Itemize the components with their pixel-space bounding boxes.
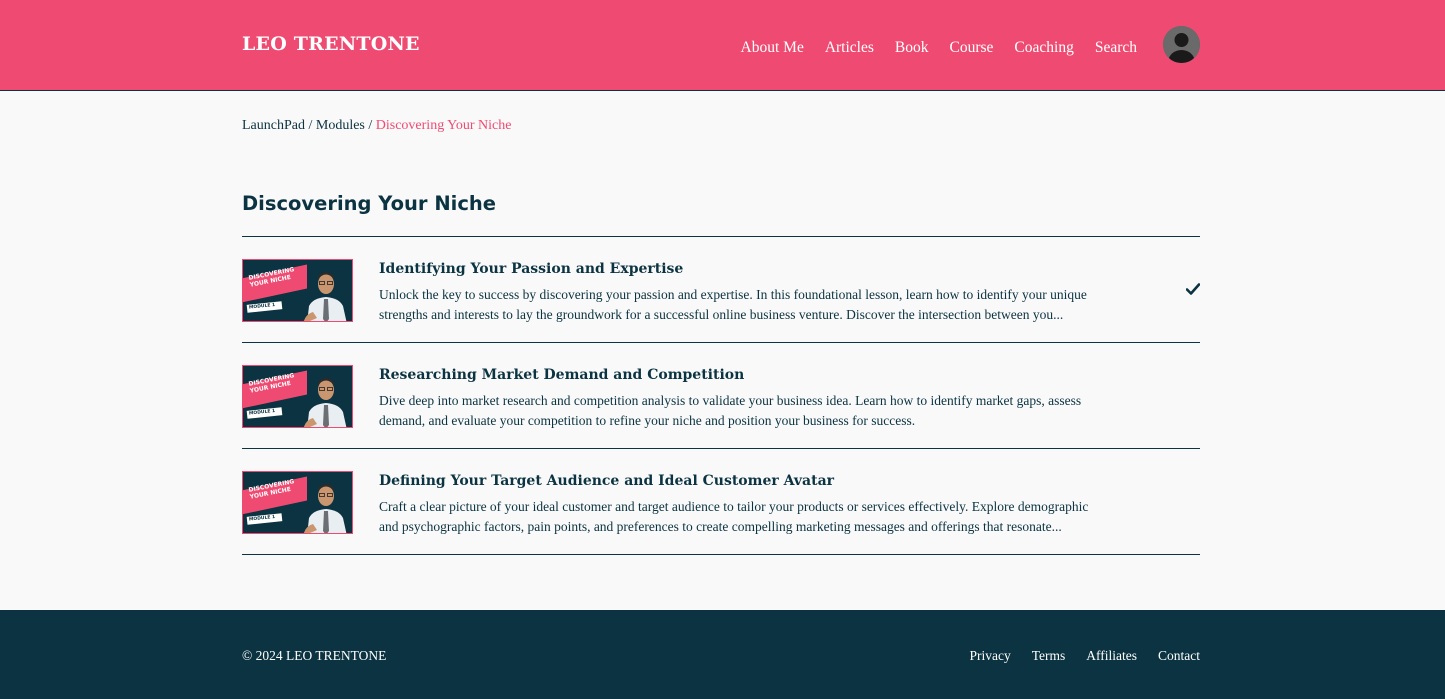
breadcrumb-separator: /: [368, 118, 373, 133]
site-logo[interactable]: LEO TRENTONE: [242, 33, 420, 55]
site-header: LEO TRENTONE About Me Articles Book Cour…: [0, 0, 1445, 91]
nav-coaching[interactable]: Coaching: [1014, 39, 1073, 57]
lesson-thumbnail: DISCOVERING YOUR NICHE MODULE 1: [242, 259, 353, 322]
lesson-title[interactable]: Researching Market Demand and Competitio…: [379, 367, 1109, 383]
lesson-content: Defining Your Target Audience and Ideal …: [379, 473, 1109, 537]
breadcrumb-launchpad[interactable]: LaunchPad: [242, 118, 305, 133]
nav-about-me[interactable]: About Me: [741, 39, 804, 57]
presenter-photo: [303, 272, 347, 321]
breadcrumb-separator: /: [308, 118, 313, 133]
lesson-description: Craft a clear picture of your ideal cust…: [379, 499, 1089, 534]
nav-articles[interactable]: Articles: [825, 39, 874, 57]
lesson-description: Dive deep into market research and compe…: [379, 393, 1082, 428]
lesson-title[interactable]: Defining Your Target Audience and Ideal …: [379, 473, 1109, 489]
lesson-content: Identifying Your Passion and Expertise U…: [379, 261, 1109, 325]
lesson-item[interactable]: DISCOVERING YOUR NICHE MODULE 1 Researchi…: [242, 343, 1200, 449]
footer-link-affiliates[interactable]: Affiliates: [1086, 648, 1137, 664]
lesson-description: Unlock the key to success by discovering…: [379, 287, 1087, 322]
footer-nav: Privacy Terms Affiliates Contact: [948, 648, 1200, 664]
breadcrumb-modules[interactable]: Modules: [316, 118, 365, 133]
checkmark-icon: [1186, 283, 1200, 295]
user-avatar-icon[interactable]: [1163, 26, 1200, 63]
footer-link-privacy[interactable]: Privacy: [969, 648, 1010, 664]
nav-search[interactable]: Search: [1095, 39, 1137, 57]
nav-course[interactable]: Course: [950, 39, 994, 57]
breadcrumb-current: Discovering Your Niche: [375, 118, 512, 133]
nav-book[interactable]: Book: [895, 39, 929, 57]
breadcrumb: LaunchPad / Modules / Discovering Your N…: [242, 118, 511, 134]
main-nav: About Me Articles Book Course Coaching S…: [720, 26, 1200, 63]
lesson-thumbnail: DISCOVERING YOUR NICHE MODULE 1: [242, 365, 353, 428]
lesson-title[interactable]: Identifying Your Passion and Expertise: [379, 261, 1109, 277]
footer-link-terms[interactable]: Terms: [1032, 648, 1066, 664]
presenter-photo: [303, 484, 347, 533]
site-footer: © 2024 LEO TRENTONE Privacy Terms Affili…: [0, 610, 1445, 699]
module-badge: MODULE 1: [246, 301, 283, 313]
lesson-content: Researching Market Demand and Competitio…: [379, 367, 1109, 431]
lesson-thumbnail: DISCOVERING YOUR NICHE MODULE 1: [242, 471, 353, 534]
lesson-list: DISCOVERING YOUR NICHE MODULE 1 Identifyi…: [242, 236, 1200, 555]
module-badge: MODULE 1: [246, 407, 283, 419]
module-badge: MODULE 1: [246, 513, 283, 525]
lesson-item[interactable]: DISCOVERING YOUR NICHE MODULE 1 Identifyi…: [242, 237, 1200, 343]
footer-link-contact[interactable]: Contact: [1158, 648, 1200, 664]
presenter-photo: [303, 378, 347, 427]
lesson-item[interactable]: DISCOVERING YOUR NICHE MODULE 1 Defining …: [242, 449, 1200, 555]
copyright: © 2024 LEO TRENTONE: [242, 648, 387, 663]
page-title: Discovering Your Niche: [242, 192, 496, 215]
